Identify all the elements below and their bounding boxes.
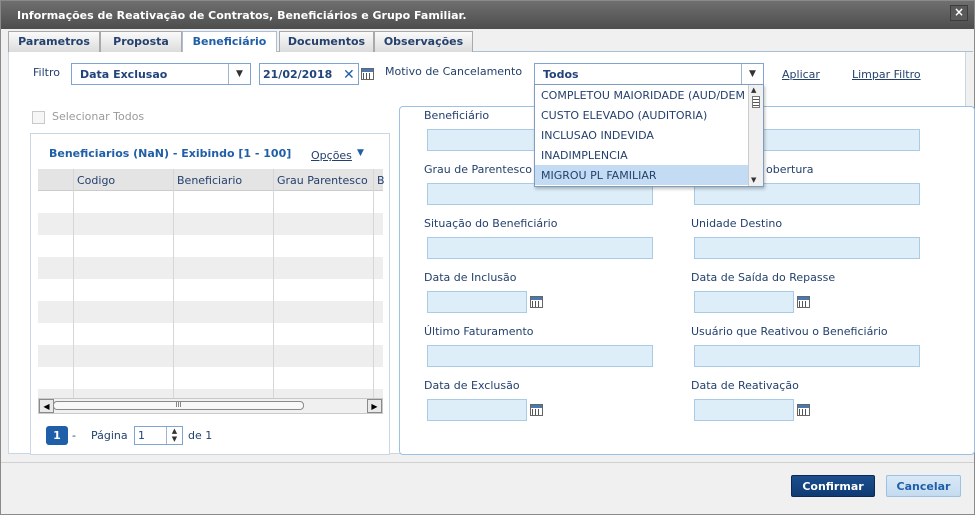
label-usuario-reativou: Usuário que Reativou o Beneficiário bbox=[691, 325, 888, 338]
label-data-exclusao: Data de Exclusão bbox=[424, 379, 520, 392]
page-input[interactable]: 1 ▲ ▼ bbox=[134, 426, 183, 445]
page-input-value: 1 bbox=[138, 429, 145, 442]
cancel-button[interactable]: Cancelar bbox=[886, 475, 961, 497]
scroll-up-icon[interactable]: ▲ bbox=[751, 86, 756, 94]
tab-beneficiario[interactable]: Beneficiário bbox=[182, 31, 277, 53]
calendar-icon[interactable] bbox=[361, 68, 374, 80]
column-divider bbox=[273, 169, 274, 399]
label-unidade: Unidade Destino bbox=[691, 217, 783, 230]
label-grau: Grau de Parentesco bbox=[424, 163, 532, 176]
reactivation-dialog: Informações de Reativação de Contratos, … bbox=[0, 0, 975, 515]
dropdown-option[interactable]: INCLUSAO INDEVIDA bbox=[535, 125, 749, 145]
clear-filter-link[interactable]: Limpar Filtro bbox=[852, 68, 921, 81]
label-cobertura: obertura bbox=[766, 163, 814, 176]
filter-label: Filtro bbox=[33, 66, 60, 79]
field-ultimo-faturamento[interactable] bbox=[427, 345, 653, 367]
dropdown-option[interactable]: COMPLETOU MAIORIDADE (AUD/DEM bbox=[535, 85, 749, 105]
column-header-beneficiario[interactable]: Beneficiario bbox=[177, 174, 242, 187]
motivo-label: Motivo de Cancelamento bbox=[385, 65, 523, 78]
page-button[interactable]: 1 bbox=[46, 426, 68, 445]
scroll-left-icon[interactable]: ◀ bbox=[39, 399, 54, 413]
calendar-icon[interactable] bbox=[530, 404, 543, 416]
field-situacao[interactable] bbox=[427, 237, 653, 259]
label-situacao: Situação do Beneficiário bbox=[424, 217, 558, 230]
grid-header: Codigo Beneficiario Grau Parentesco B bbox=[38, 169, 385, 191]
label-beneficiario: Beneficiário bbox=[424, 109, 490, 122]
grid-options-link[interactable]: Opções bbox=[311, 149, 352, 162]
label-data-saida: Data de Saída do Repasse bbox=[691, 271, 836, 284]
select-all-checkbox[interactable] bbox=[32, 111, 45, 124]
grid-title: Beneficiarios (NaN) - Exibindo [1 - 100] bbox=[49, 147, 292, 160]
label-data-inclusao: Data de Inclusão bbox=[424, 271, 517, 284]
chevron-down-icon: ▼ bbox=[741, 64, 763, 84]
horizontal-scrollbar[interactable]: ◀ III ▶ bbox=[38, 398, 383, 414]
field-data-saida[interactable] bbox=[694, 291, 794, 313]
tab-parametros[interactable]: Parametros bbox=[8, 31, 100, 52]
close-icon[interactable]: × bbox=[950, 5, 968, 21]
dialog-footer: Confirmar Cancelar bbox=[1, 462, 974, 514]
calendar-icon[interactable] bbox=[530, 296, 543, 308]
page-total: de 1 bbox=[188, 429, 213, 442]
field-data-exclusao[interactable] bbox=[427, 399, 527, 421]
scroll-down-icon[interactable]: ▼ bbox=[751, 176, 756, 184]
field-data-inclusao[interactable] bbox=[427, 291, 527, 313]
dialog-title: Informações de Reativação de Contratos, … bbox=[17, 9, 467, 22]
motivo-value: Todos bbox=[543, 68, 579, 81]
field-data-reativacao[interactable] bbox=[694, 399, 794, 421]
confirm-button[interactable]: Confirmar bbox=[791, 475, 875, 497]
tab-observacoes[interactable]: Observações bbox=[374, 31, 473, 52]
page-label: Página bbox=[91, 429, 128, 442]
motivo-dropdown-list[interactable]: COMPLETOU MAIORIDADE (AUD/DEM CUSTO ELEV… bbox=[534, 84, 764, 187]
tab-proposta[interactable]: Proposta bbox=[100, 31, 182, 52]
field-unidade[interactable] bbox=[694, 237, 920, 259]
apply-filter-link[interactable]: Aplicar bbox=[782, 68, 820, 81]
calendar-icon[interactable] bbox=[797, 296, 810, 308]
calendar-icon[interactable] bbox=[797, 404, 810, 416]
chevron-down-icon: ▼ bbox=[228, 64, 250, 84]
dropdown-option[interactable]: CUSTO ELEVADO (AUDITORIA) bbox=[535, 105, 749, 125]
dropdown-option-highlighted[interactable]: MIGROU PL FAMILIAR bbox=[535, 165, 749, 185]
label-ultimo-faturamento: Último Faturamento bbox=[424, 325, 534, 338]
tab-documentos[interactable]: Documentos bbox=[279, 31, 374, 52]
column-header-b[interactable]: B bbox=[377, 174, 385, 187]
motivo-select[interactable]: Todos ▼ bbox=[534, 63, 764, 85]
grid-body[interactable] bbox=[38, 191, 383, 399]
dropdown-scrollbar[interactable]: ▲ ▼ bbox=[748, 85, 763, 186]
filter-type-value: Data Exclusao bbox=[80, 68, 168, 81]
scroll-thumb[interactable] bbox=[752, 96, 760, 108]
select-all-label: Selecionar Todos bbox=[52, 110, 145, 123]
scroll-thumb[interactable]: III bbox=[53, 401, 304, 410]
column-header-grau[interactable]: Grau Parentesco bbox=[277, 174, 368, 187]
column-divider bbox=[173, 169, 174, 399]
clear-date-icon[interactable]: ✕ bbox=[343, 67, 355, 83]
options-caret-icon[interactable]: ▼ bbox=[357, 148, 364, 158]
column-divider bbox=[73, 169, 74, 399]
page-spinner-icon[interactable]: ▲ ▼ bbox=[166, 427, 182, 444]
label-data-reativacao: Data de Reativação bbox=[691, 379, 799, 392]
field-usuario-reativou[interactable] bbox=[694, 345, 920, 367]
tab-bar: Parametros Proposta Beneficiário Documen… bbox=[8, 31, 973, 53]
column-header-codigo[interactable]: Codigo bbox=[77, 174, 115, 187]
dialog-titlebar: Informações de Reativação de Contratos, … bbox=[1, 1, 974, 29]
page-dash: - bbox=[72, 429, 76, 442]
column-divider bbox=[373, 169, 374, 399]
dropdown-option[interactable]: INADIMPLENCIA bbox=[535, 145, 749, 165]
filter-type-select[interactable]: Data Exclusao ▼ bbox=[71, 63, 251, 85]
scroll-right-icon[interactable]: ▶ bbox=[367, 399, 382, 413]
